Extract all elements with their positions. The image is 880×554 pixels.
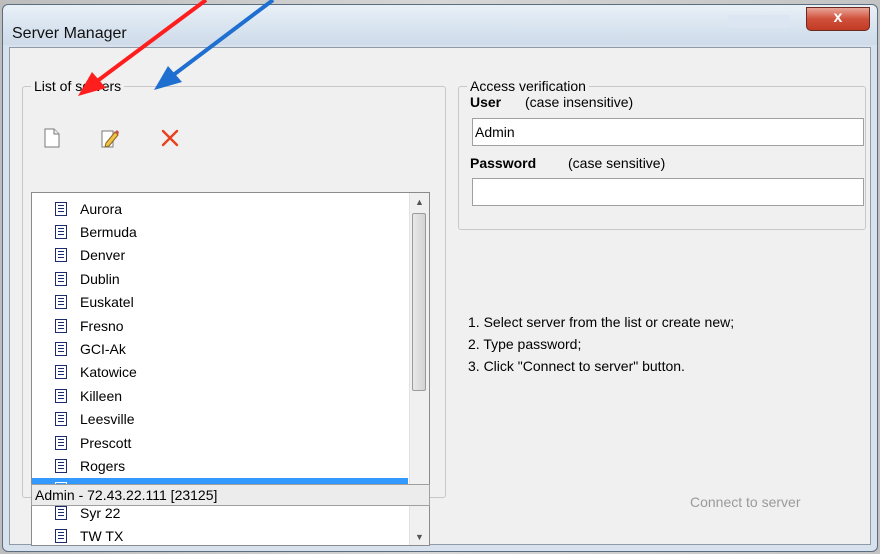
password-label: Password — [470, 155, 537, 171]
server-list-item-label: Syr 22 — [80, 504, 121, 521]
server-list-item-label: Leesville — [80, 411, 135, 428]
edit-server-button[interactable] — [95, 123, 125, 153]
new-server-button[interactable] — [37, 123, 67, 153]
access-group: Access verification — [458, 78, 866, 230]
password-note: (case sensitive) — [568, 155, 666, 171]
server-item-icon — [55, 271, 67, 286]
title-bar[interactable]: Server Manager x — [3, 5, 877, 45]
server-list-item-label: Fresno — [80, 317, 124, 334]
servers-group-legend: List of servers — [34, 78, 122, 94]
title-bar-blur — [728, 15, 790, 28]
server-list-item[interactable]: GCI-Ak — [32, 337, 408, 360]
instruction-2: 2. Type password; — [468, 336, 582, 352]
server-item-icon — [55, 458, 67, 473]
server-item-icon — [55, 341, 67, 356]
scroll-up-icon[interactable]: ▲ — [410, 193, 429, 210]
server-item-icon — [55, 435, 67, 450]
server-list-item-label: Bermuda — [80, 223, 137, 240]
server-item-icon — [55, 505, 67, 520]
server-item-icon — [55, 295, 67, 310]
user-input[interactable] — [472, 118, 864, 146]
server-list-item[interactable]: Prescott — [32, 431, 408, 454]
user-note: (case insensitive) — [525, 94, 634, 110]
scroll-thumb[interactable] — [412, 213, 426, 391]
server-list-item-label: Killeen — [80, 387, 123, 404]
servers-group: List of servers Aurora Bermuda Denver Du… — [22, 78, 446, 546]
server-item-icon — [55, 224, 67, 239]
server-item-icon — [55, 248, 67, 263]
access-group-legend: Access verification — [470, 78, 586, 94]
server-list-item[interactable]: Dublin — [32, 267, 408, 290]
scroll-down-icon[interactable]: ▼ — [410, 528, 429, 545]
server-item-icon — [55, 365, 67, 380]
close-button[interactable]: x — [806, 7, 870, 31]
instruction-3: 3. Click "Connect to server" button. — [468, 358, 685, 374]
selected-server-status: Admin - 72.43.22.111 [23125] — [31, 484, 430, 506]
delete-x-icon — [161, 129, 179, 147]
client-area: List of servers Aurora Bermuda Denver Du… — [9, 47, 871, 546]
server-list-item-label: Denver — [80, 247, 126, 264]
server-list-item[interactable]: Denver — [32, 244, 408, 267]
server-item-icon — [55, 388, 67, 403]
server-list-item[interactable]: Katowice — [32, 361, 408, 384]
delete-server-button[interactable] — [155, 123, 185, 153]
server-list-item[interactable]: Fresno — [32, 314, 408, 337]
server-list-item[interactable]: Leesville — [32, 408, 408, 431]
server-list-item[interactable]: TW TX — [32, 525, 408, 545]
instruction-1: 1. Select server from the list or create… — [468, 314, 735, 330]
server-list-item-label: Rogers — [80, 457, 126, 474]
user-label: User — [470, 94, 502, 110]
server-list-item[interactable]: Euskatel — [32, 291, 408, 314]
server-list-item-label: TW TX — [80, 528, 124, 545]
server-list-item-label: Aurora — [80, 200, 123, 217]
edit-pencil-icon — [101, 130, 119, 148]
connect-button[interactable]: Connect to server — [690, 494, 801, 510]
server-item-icon — [55, 318, 67, 333]
server-list-item-label: Prescott — [80, 434, 132, 451]
server-list-item[interactable]: Killeen — [32, 384, 408, 407]
window-title: Server Manager — [12, 25, 127, 42]
server-list-item-label: Dublin — [80, 270, 120, 287]
server-manager-window: Server Manager x List of servers Aurora … — [2, 4, 878, 552]
server-list-item-label: GCI-Ak — [80, 340, 126, 357]
server-item-icon — [55, 201, 67, 216]
server-item-icon — [55, 529, 67, 544]
server-list-item[interactable]: Aurora — [32, 197, 408, 220]
server-list-item-label: Katowice — [80, 364, 137, 381]
server-item-icon — [55, 412, 67, 427]
password-input[interactable] — [472, 178, 864, 206]
server-list-item[interactable]: Rogers — [32, 454, 408, 477]
server-list-item[interactable]: Bermuda — [32, 220, 408, 243]
new-document-icon — [44, 128, 60, 148]
server-list-item-label: Euskatel — [80, 294, 134, 311]
